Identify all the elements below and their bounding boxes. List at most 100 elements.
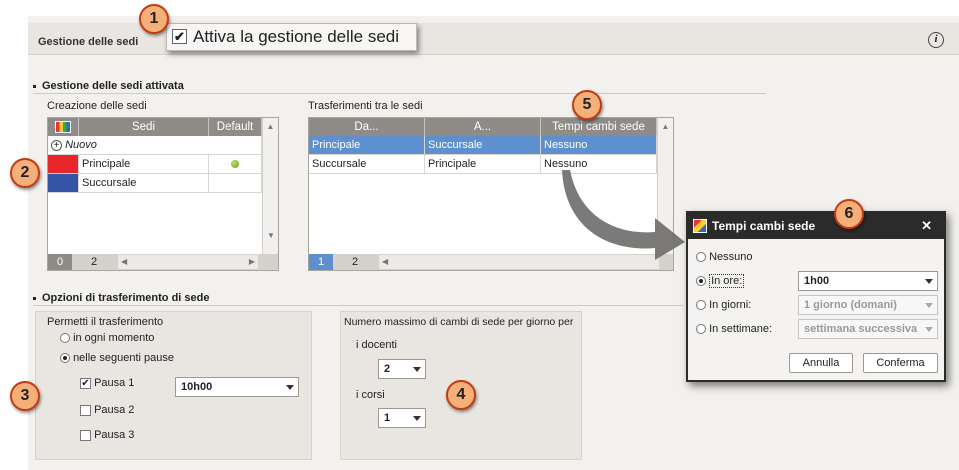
docenti-value: 2 [384,363,391,375]
scroll-left-icon[interactable]: ◀ [121,257,127,266]
chevron-down-icon [413,367,421,372]
sedi-scrollbar[interactable]: ▲ ▼ [262,118,278,254]
dialog-option-weeks-label: In settimane: [709,323,773,335]
scroll-up-icon[interactable]: ▲ [263,122,278,131]
activate-sites-label: Attiva la gestione delle sedi [193,27,400,46]
pausa-3-label: Pausa 3 [94,429,135,441]
sedi-h-scrollbar[interactable]: ◀ ▶ [118,255,258,269]
corsi-label: i corsi [356,389,385,401]
bullet-icon [33,296,36,300]
radio-pauses[interactable] [60,353,70,364]
corsi-value: 1 [384,412,391,424]
chevron-down-icon [925,303,933,308]
docenti-label: i docenti [356,339,397,351]
trasf-selected-count: 1 [309,254,333,270]
callout-badge-3: 3 [10,381,40,411]
divider [33,93,766,94]
radio-any-time[interactable] [60,333,70,344]
option-pauses-label: nelle seguenti pause [73,352,174,364]
trasf-total-count: 2 [351,256,359,268]
add-icon: + [51,139,62,151]
option-pauses[interactable]: nelle seguenti pause [60,352,174,364]
cancel-button[interactable]: Annulla [789,353,853,373]
pausa-1[interactable]: ✔ Pausa 1 [80,377,134,389]
dialog-option-days[interactable]: In giorni: [696,299,751,311]
radio-hours[interactable] [696,276,706,287]
tempi-dialog: Tempi cambi sede ✕ Nessuno In ore: 1h00 … [686,211,946,382]
dialog-titlebar: Tempi cambi sede ✕ [688,213,944,239]
pausa-2-checkbox[interactable] [80,404,91,416]
dialog-title: Tempi cambi sede [712,219,816,233]
docenti-select[interactable]: 2 [378,359,426,379]
trasf-row-tempi[interactable]: Nessuno [541,136,657,155]
trasf-row-da[interactable]: Succursale [309,155,425,174]
bullet-icon [33,84,36,88]
scroll-right-icon[interactable]: ▶ [249,257,255,266]
radio-days[interactable] [696,300,706,311]
sedi-new-row[interactable]: + Nuovo [48,136,262,155]
trasf-col-tempi[interactable]: Tempi cambi sede [541,118,657,136]
dialog-option-none[interactable]: Nessuno [696,251,752,263]
dialog-option-weeks[interactable]: In settimane: [696,323,772,335]
sedi-col-name[interactable]: Sedi [79,118,209,136]
scroll-left-icon[interactable]: ◀ [382,257,388,266]
pausa-1-label: Pausa 1 [94,377,135,389]
trasf-row-a[interactable]: Principale [425,155,541,174]
hours-value: 1h00 [804,275,830,287]
dialog-option-none-label: Nessuno [709,251,753,263]
callout-badge-5: 5 [572,90,602,120]
sedi-row-color[interactable] [48,155,79,174]
dialog-option-days-label: In giorni: [709,299,752,311]
weeks-value: settimana successiva [804,323,918,335]
massimo-label: Numero massimo di cambi di sede per gior… [344,316,574,328]
trasf-row-da[interactable]: Principale [309,136,425,155]
sedi-row-default[interactable] [209,174,262,193]
sedi-total-count: 2 [90,256,98,268]
weeks-select[interactable]: settimana successiva [798,319,938,339]
sedi-row-default[interactable] [209,155,262,174]
palette-icon [55,121,71,133]
sedi-color-header[interactable] [48,118,79,136]
option-any-time-label: in ogni momento [73,332,155,344]
scroll-down-icon[interactable]: ▼ [263,231,279,240]
days-select[interactable]: 1 giorno (domani) [798,295,938,315]
sedi-grid: Sedi Default ▲ ▼ + Nuovo Principale Succ… [47,117,279,271]
chevron-down-icon [286,385,294,390]
pausa-3[interactable]: Pausa 3 [80,429,134,441]
info-icon[interactable]: i [928,32,944,48]
hours-select[interactable]: 1h00 [798,271,938,291]
scroll-up-icon[interactable]: ▲ [658,122,673,131]
sedi-selected-count: 0 [48,254,72,270]
section-title-opzioni: Opzioni di trasferimento di sede [33,292,209,304]
default-dot-icon [231,160,239,168]
option-any-time[interactable]: in ogni momento [60,332,154,344]
sedi-footer: 0 2 ◀ ▶ [48,254,278,270]
trasf-col-a[interactable]: A... [425,118,541,136]
pausa-3-checkbox[interactable] [80,429,91,441]
sedi-new-label: Nuovo [65,139,97,151]
radio-weeks[interactable] [696,324,706,335]
callout-badge-4: 4 [446,380,476,410]
confirm-button[interactable]: Conferma [863,353,938,373]
divider [33,305,683,306]
sedi-row-name[interactable]: Succursale [79,174,209,193]
dialog-option-hours[interactable]: In ore: [696,274,745,288]
callout-badge-2: 2 [10,158,40,188]
page-title: Gestione delle sedi [38,36,139,48]
pausa-1-select[interactable]: 10h00 [175,377,299,397]
sedi-row-name[interactable]: Principale [79,155,209,174]
trasf-col-da[interactable]: Da... [309,118,425,136]
sedi-row-color[interactable] [48,174,79,193]
chevron-down-icon [925,279,933,284]
trasf-row-a[interactable]: Succursale [425,136,541,155]
radio-none[interactable] [696,252,706,263]
corsi-select[interactable]: 1 [378,408,426,428]
callout-badge-1: 1 [139,4,169,34]
close-icon[interactable]: ✕ [921,213,932,239]
pausa-2[interactable]: Pausa 2 [80,404,134,416]
sedi-col-default[interactable]: Default [209,118,262,136]
activate-sites-checkbox[interactable]: ✔ [172,29,187,44]
days-value: 1 giorno (domani) [804,299,897,311]
pausa-1-checkbox[interactable]: ✔ [80,377,91,389]
chevron-down-icon [413,416,421,421]
